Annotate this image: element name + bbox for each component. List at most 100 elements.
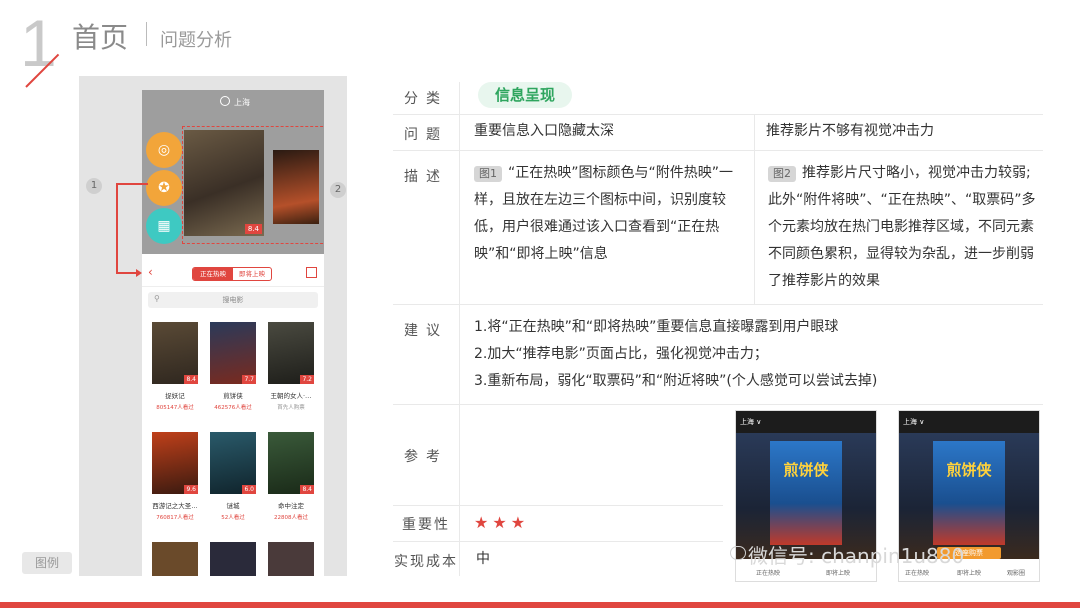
movie-viewers: 760817人看过 — [156, 515, 194, 521]
connector-line — [116, 183, 148, 185]
entry-icon-now-showing[interactable]: ✪ — [146, 170, 182, 206]
entry-icon-3[interactable]: ▦ — [146, 208, 182, 244]
description-right: 图2 推荐影片尺寸略小，视觉冲击力较弱;此外“附件将映”、“正在热映”、“取票码”… — [768, 160, 1040, 295]
marker-1: 1 — [86, 178, 102, 194]
movie-card[interactable]: 7.2 王朝的女人·… 首先人购票 — [268, 322, 314, 411]
movie-title: 王朝的女人·… — [270, 392, 312, 400]
ref-poster: 煎饼侠 — [933, 441, 1005, 545]
ref-tab-now: 正在热映 — [756, 570, 781, 577]
ref-city: 上海 ∨ — [903, 418, 925, 426]
entry-icon-1[interactable]: ◎ — [146, 132, 182, 168]
movie-score: 7.7 — [242, 375, 256, 384]
ref-header: 上海 ∨ — [899, 411, 1039, 433]
movie-card[interactable]: 8.4 命中注定 22808人看过 — [268, 432, 314, 521]
page-title: 首页 — [72, 21, 129, 54]
description-left-text: “正在热映”图标颜色与“附件热映”一样，且放在左边三个图标中间，识别度较低，用户… — [474, 165, 734, 262]
problem-right: 推荐影片不够有视觉冲击力 — [766, 123, 934, 139]
movie-poster: 8.4 — [152, 322, 198, 384]
ref-tab-now: 正在热映 — [905, 570, 930, 577]
ref-poster: 煎饼侠 — [770, 441, 842, 545]
movie-viewers: 首先人购票 — [277, 405, 305, 411]
label-column-divider — [459, 82, 460, 576]
movie-card[interactable]: 8.4 捉妖记 805147人看过 — [152, 322, 198, 411]
row-label-category: 分类 — [404, 91, 448, 107]
cost-value: 中 — [476, 551, 490, 567]
grid-view-icon[interactable] — [306, 267, 317, 278]
category-badge: 信息呈现 — [478, 82, 572, 108]
movie-poster: 7.7 — [210, 322, 256, 384]
table-divider — [393, 541, 723, 542]
search-input[interactable]: ⚲ 搜电影 — [148, 292, 318, 308]
suggestion-item: 2.加大“推荐电影”页面占比，强化视觉冲击力； — [474, 346, 768, 362]
phone-mockup: 上海 ◎ ✪ ▦ 8.4 ‹ 正在热映 即将上映 ⚲ 搜电影 8.4 捉妖记 8… — [142, 90, 324, 576]
description-left: 图1 “正在热映”图标颜色与“附件热映”一样，且放在左边三个图标中间，识别度较低，… — [474, 160, 744, 268]
ref-tab-coming: 即将上映 — [826, 570, 851, 577]
movie-poster — [152, 542, 198, 576]
ref-city: 上海 ∨ — [740, 418, 762, 426]
movie-title: 西游记之大圣… — [152, 502, 198, 510]
back-chevron-icon[interactable]: ‹ — [148, 265, 153, 279]
movie-poster: 9.6 — [152, 432, 198, 494]
movie-poster: 6.0 — [210, 432, 256, 494]
list-tabbar: ‹ 正在热映 即将上映 — [142, 262, 324, 287]
movie-score: 8.4 — [184, 375, 198, 384]
marker-2: 2 — [330, 182, 346, 198]
row-label-suggestion: 建议 — [404, 323, 448, 339]
figure-tag-2: 图2 — [768, 166, 796, 182]
movie-score: 7.2 — [300, 375, 314, 384]
city-label: 上海 — [234, 98, 250, 107]
table-divider — [393, 114, 1043, 115]
suggestion-item: 1.将“正在热映”和“即将热映”重要信息直接曝露到用户眼球 — [474, 319, 839, 335]
movie-score: 9.6 — [184, 485, 198, 494]
ref-header: 上海 ∨ — [736, 411, 876, 433]
arrow-icon — [136, 269, 142, 277]
movie-viewers: 462576人看过 — [214, 405, 252, 411]
movie-score: 6.0 — [242, 485, 256, 494]
row-label-description: 描述 — [404, 169, 448, 185]
movie-title: 谜城 — [226, 502, 240, 510]
figure-tag-1: 图1 — [474, 166, 502, 182]
movie-card[interactable]: 9.6 西游记之大圣… 760817人看过 — [152, 432, 198, 521]
bottom-accent-bar — [0, 602, 1080, 608]
movie-viewers: 805147人看过 — [156, 405, 194, 411]
description-right-text: 推荐影片尺寸略小，视觉冲击力较弱;此外“附件将映”、“正在热映”、“取票码”多个… — [768, 165, 1036, 289]
movie-poster — [210, 542, 256, 576]
ref-tab-circle: 观影圈 — [1007, 570, 1026, 577]
movie-card[interactable]: 7.7 煎饼侠 462576人看过 — [210, 322, 256, 411]
legend-label: 图例 — [22, 552, 72, 574]
movie-viewers: 22808人看过 — [274, 515, 308, 521]
movie-title: 捉妖记 — [165, 392, 185, 400]
section-number: 1 — [20, 6, 57, 80]
phone-home-header: 上海 ◎ ✪ ▦ 8.4 — [142, 90, 324, 254]
table-divider — [393, 404, 1043, 405]
movie-poster — [268, 542, 314, 576]
movie-viewers: 52人看过 — [221, 515, 245, 521]
movie-title: 命中注定 — [278, 502, 304, 510]
table-divider — [393, 150, 1043, 151]
movie-title: 煎饼侠 — [223, 392, 243, 400]
row-label-importance: 重要性 — [402, 517, 450, 533]
highlight-box-2 — [182, 126, 324, 244]
tab-now-showing[interactable]: 正在热映 — [193, 268, 233, 280]
ref-poster-title: 煎饼侠 — [783, 461, 829, 479]
movie-poster: 8.4 — [268, 432, 314, 494]
ticket-icon: ◎ — [157, 142, 171, 158]
movie-card[interactable]: 6.0 谜城 52人看过 — [210, 432, 256, 521]
location-pin-icon — [220, 96, 230, 106]
grid-icon: ▦ — [157, 218, 171, 234]
row-label-reference: 参考 — [404, 449, 448, 465]
tab-coming-soon[interactable]: 即将上映 — [233, 268, 271, 280]
movie-score: 8.4 — [300, 485, 314, 494]
tab-switch: 正在热映 即将上映 — [192, 267, 272, 281]
table-divider — [393, 304, 1043, 305]
page-subtitle: 问题分析 — [160, 30, 232, 51]
importance-stars: ★★★ — [474, 513, 530, 532]
ref-poster-title: 煎饼侠 — [946, 461, 992, 479]
watermark: 微信号: chanpin1u880 — [748, 544, 965, 568]
search-placeholder: 搜电影 — [222, 296, 244, 304]
film-reel-icon: ✪ — [158, 180, 170, 196]
movie-poster: 7.2 — [268, 322, 314, 384]
table-divider — [393, 505, 723, 506]
connector-line — [116, 183, 118, 273]
ref-tab-coming: 即将上映 — [957, 570, 982, 577]
